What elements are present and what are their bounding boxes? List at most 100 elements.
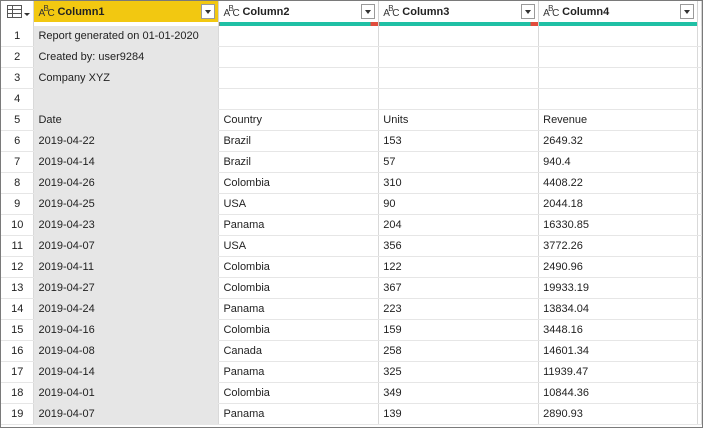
table-cell-column2[interactable] — [218, 46, 380, 68]
table-cell-column4[interactable]: 10844.36 — [538, 382, 698, 404]
table-cell-column4[interactable]: 940.4 — [538, 151, 698, 173]
table-cell-column3[interactable]: Units — [378, 109, 540, 131]
table-cell-column4[interactable]: 14601.34 — [538, 340, 698, 362]
table-cell-column4[interactable] — [538, 67, 698, 89]
table-cell-column1[interactable]: 2019-04-14 — [33, 151, 220, 173]
table-cell-column2[interactable]: Colombia — [218, 382, 380, 404]
table-cell-column4[interactable]: 4408.22 — [538, 172, 698, 194]
table-cell-column3[interactable]: 90 — [378, 193, 540, 215]
table-cell-column4[interactable]: 11939.47 — [538, 361, 698, 383]
table-cell-column3[interactable]: 310 — [378, 172, 540, 194]
row-number[interactable]: 19 — [1, 403, 35, 425]
row-number[interactable]: 3 — [1, 67, 35, 89]
table-cell-column1[interactable]: 2019-04-22 — [33, 130, 220, 152]
column-filter-dropdown[interactable] — [679, 4, 694, 19]
table-cell-column2[interactable] — [218, 26, 380, 47]
table-cell-column3[interactable]: 57 — [378, 151, 540, 173]
table-cell-column1[interactable]: Report generated on 01-01-2020 — [33, 26, 220, 47]
table-cell-column2[interactable]: Panama — [218, 298, 380, 320]
table-cell-column4[interactable]: 16330.85 — [538, 214, 698, 236]
column-filter-dropdown[interactable] — [201, 4, 216, 19]
row-number[interactable]: 11 — [1, 235, 35, 257]
table-cell-column4[interactable]: 13834.04 — [538, 298, 698, 320]
quality-bar-column3[interactable] — [378, 22, 540, 26]
table-cell-column2[interactable]: Colombia — [218, 319, 380, 341]
table-cell-column3[interactable] — [378, 67, 540, 89]
row-number[interactable]: 15 — [1, 319, 35, 341]
table-cell-column3[interactable]: 258 — [378, 340, 540, 362]
table-cell-column2[interactable]: USA — [218, 193, 380, 215]
table-cell-column4[interactable] — [538, 88, 698, 110]
table-cell-column2[interactable]: Brazil — [218, 151, 380, 173]
table-cell-column1[interactable]: 2019-04-16 — [33, 319, 220, 341]
column-filter-dropdown[interactable] — [521, 4, 536, 19]
row-number[interactable]: 1 — [1, 26, 35, 47]
row-number[interactable]: 12 — [1, 256, 35, 278]
table-cell-column1[interactable]: 2019-04-24 — [33, 298, 220, 320]
row-number[interactable]: 17 — [1, 361, 35, 383]
table-cell-column1[interactable]: 2019-04-14 — [33, 361, 220, 383]
table-cell-column4[interactable]: 2044.18 — [538, 193, 698, 215]
quality-bar-column2[interactable] — [218, 22, 380, 26]
table-cell-column3[interactable]: 367 — [378, 277, 540, 299]
table-cell-column3[interactable]: 349 — [378, 382, 540, 404]
table-cell-column4[interactable]: 3448.16 — [538, 319, 698, 341]
table-cell-column1[interactable]: Company XYZ — [33, 67, 220, 89]
table-cell-column2[interactable]: Country — [218, 109, 380, 131]
table-cell-column1[interactable] — [33, 88, 220, 110]
table-cell-column4[interactable]: 2649.32 — [538, 130, 698, 152]
table-cell-column4[interactable]: 3772.26 — [538, 235, 698, 257]
table-cell-column4[interactable] — [538, 46, 698, 68]
table-cell-column2[interactable] — [218, 88, 380, 110]
table-cell-column1[interactable]: 2019-04-25 — [33, 193, 220, 215]
table-cell-column1[interactable]: 2019-04-01 — [33, 382, 220, 404]
table-cell-column3[interactable]: 325 — [378, 361, 540, 383]
table-cell-column1[interactable]: 2019-04-08 — [33, 340, 220, 362]
table-cell-column4[interactable]: 2490.96 — [538, 256, 698, 278]
table-cell-column2[interactable] — [218, 67, 380, 89]
row-number[interactable]: 13 — [1, 277, 35, 299]
column-header-1[interactable]: ABC Column1 — [33, 1, 220, 22]
table-cell-column4[interactable]: 19933.19 — [538, 277, 698, 299]
column-filter-dropdown[interactable] — [361, 4, 376, 19]
row-number[interactable]: 6 — [1, 130, 35, 152]
table-cell-column1[interactable]: 2019-04-23 — [33, 214, 220, 236]
abc-type-icon[interactable]: ABC — [223, 4, 239, 19]
table-cell-column4[interactable]: 2890.93 — [538, 403, 698, 425]
table-cell-column1[interactable]: 2019-04-11 — [33, 256, 220, 278]
table-cell-column3[interactable] — [378, 26, 540, 47]
row-number[interactable]: 2 — [1, 46, 35, 68]
table-cell-column4[interactable] — [538, 26, 698, 47]
table-cell-column3[interactable]: 356 — [378, 235, 540, 257]
quality-bar-column4[interactable] — [538, 22, 698, 26]
row-number[interactable]: 14 — [1, 298, 35, 320]
abc-type-icon[interactable]: ABC — [383, 4, 399, 19]
row-number[interactable]: 18 — [1, 382, 35, 404]
table-cell-column1[interactable]: 2019-04-27 — [33, 277, 220, 299]
row-number[interactable]: 9 — [1, 193, 35, 215]
table-cell-column2[interactable]: Colombia — [218, 277, 380, 299]
table-cell-column1[interactable]: Created by: user9284 — [33, 46, 220, 68]
table-cell-column2[interactable]: Colombia — [218, 256, 380, 278]
table-cell-column1[interactable]: 2019-04-26 — [33, 172, 220, 194]
table-cell-column4[interactable]: Revenue — [538, 109, 698, 131]
table-cell-column3[interactable]: 159 — [378, 319, 540, 341]
table-cell-column2[interactable]: Colombia — [218, 172, 380, 194]
table-cell-column3[interactable] — [378, 46, 540, 68]
row-number[interactable]: 5 — [1, 109, 35, 131]
table-cell-column2[interactable]: Panama — [218, 403, 380, 425]
table-cell-column2[interactable]: Panama — [218, 214, 380, 236]
table-cell-column3[interactable]: 153 — [378, 130, 540, 152]
abc-type-icon[interactable]: ABC — [38, 4, 54, 19]
table-cell-column1[interactable]: 2019-04-07 — [33, 403, 220, 425]
table-cell-column1[interactable]: 2019-04-07 — [33, 235, 220, 257]
table-cell-column2[interactable]: USA — [218, 235, 380, 257]
table-cell-column2[interactable]: Brazil — [218, 130, 380, 152]
table-cell-column3[interactable] — [378, 88, 540, 110]
table-cell-column3[interactable]: 139 — [378, 403, 540, 425]
column-header-3[interactable]: ABC Column3 — [378, 1, 540, 22]
table-cell-column3[interactable]: 122 — [378, 256, 540, 278]
table-cell-column2[interactable]: Panama — [218, 361, 380, 383]
table-cell-column3[interactable]: 204 — [378, 214, 540, 236]
column-header-2[interactable]: ABC Column2 — [218, 1, 380, 22]
